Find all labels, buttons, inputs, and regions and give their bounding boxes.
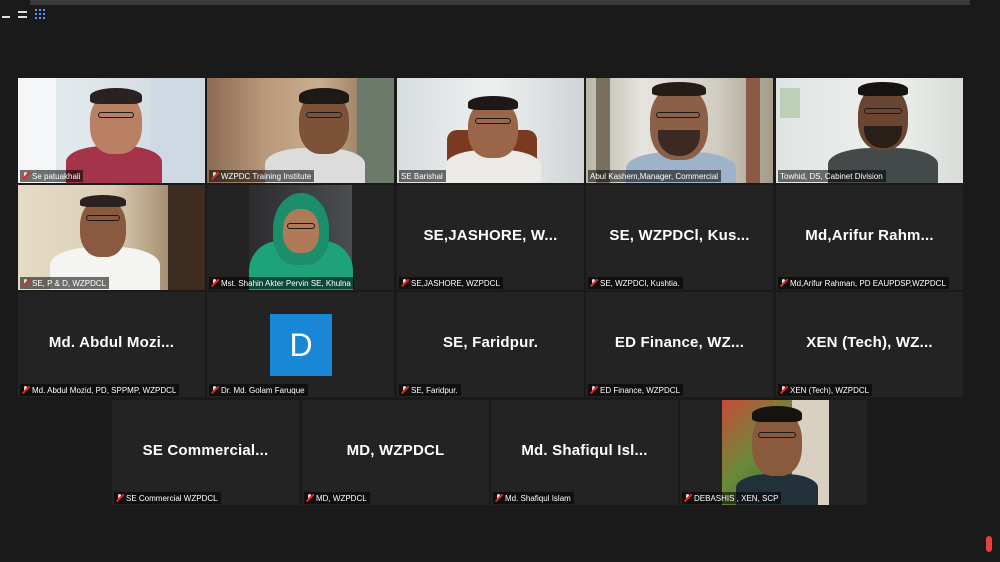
participant-display-name: MD, WZPDCL bbox=[346, 442, 445, 459]
participant-name: SE,JASHORE, WZPDCL bbox=[411, 278, 500, 288]
participant-name-tag: SE,JASHORE, WZPDCL bbox=[399, 277, 503, 289]
muted-mic-icon bbox=[401, 386, 408, 394]
participant-name: SE Commercial WZPDCL bbox=[126, 493, 218, 503]
participant-tile[interactable]: Md. Abdul Mozi... Md. Abdul Mozid, PD, S… bbox=[18, 292, 205, 397]
participant-name: SE, Faridpur. bbox=[411, 385, 458, 395]
muted-mic-icon bbox=[211, 386, 218, 394]
participant-display-name: XEN (Tech), WZ... bbox=[806, 334, 933, 351]
participant-tile[interactable]: Md,Arifur Rahm... Md,Arifur Rahman, PD E… bbox=[776, 185, 963, 290]
participant-name-tag: SE, P & D, WZPDCL bbox=[20, 277, 110, 289]
participant-tile[interactable]: Md. Shafiqul Isl... Md. Shafiqul Islam bbox=[491, 400, 678, 505]
participant-display-name: Md,Arifur Rahm... bbox=[805, 227, 934, 244]
participant-video bbox=[207, 78, 394, 183]
muted-mic-icon bbox=[590, 386, 597, 394]
participant-video bbox=[776, 78, 963, 183]
participant-name: SE, WZPDCl, Kushtia. bbox=[600, 278, 680, 288]
participant-name-tag: SE Commercial WZPDCL bbox=[114, 492, 221, 504]
participant-tile[interactable]: Towhid, DS, Cabinet Division bbox=[776, 78, 963, 183]
participant-video bbox=[586, 78, 773, 183]
participant-name: DEBASHIS , XEN, SCP bbox=[694, 493, 779, 503]
participant-avatar: D bbox=[270, 314, 332, 376]
participant-tile[interactable]: SE, P & D, WZPDCL bbox=[18, 185, 205, 290]
participant-tile[interactable]: MD, WZPDCL MD, WZPDCL bbox=[302, 400, 489, 505]
participant-tile[interactable]: SE, Faridpur. SE, Faridpur. bbox=[397, 292, 584, 397]
participant-video bbox=[18, 78, 205, 183]
participant-name-tag: Mst. Shahin Akter Pervin SE, Khulna bbox=[209, 277, 354, 289]
participant-display-name: SE Commercial... bbox=[142, 442, 269, 459]
muted-mic-icon bbox=[780, 386, 787, 394]
participant-video bbox=[397, 78, 584, 183]
participant-tile[interactable]: D Dr. Md. Golam Faruque bbox=[207, 292, 394, 397]
muted-mic-icon bbox=[22, 386, 29, 394]
participant-display-name: SE, Faridpur. bbox=[442, 334, 539, 351]
muted-mic-icon bbox=[211, 172, 218, 180]
muted-mic-icon bbox=[211, 279, 218, 287]
participant-name-tag: Dr. Md. Golam Faruque bbox=[209, 384, 308, 396]
participant-name: SE Barishal bbox=[401, 171, 443, 181]
muted-mic-icon bbox=[780, 279, 787, 287]
participant-display-name: ED Finance, WZ... bbox=[614, 334, 745, 351]
participant-name-tag: ED Finance, WZPDCL bbox=[588, 384, 684, 396]
participant-tile[interactable]: SE Barishal bbox=[397, 78, 584, 183]
participant-name: Md. Abdul Mozid, PD, SPPMP, WZPDCL bbox=[32, 385, 177, 395]
participant-name-tag: SE Barishal bbox=[399, 170, 446, 182]
participant-tile[interactable]: SE Commercial... SE Commercial WZPDCL bbox=[112, 400, 299, 505]
participant-name-tag: SE, WZPDCl, Kushtia. bbox=[588, 277, 683, 289]
participant-name: WZPDC Training Institute bbox=[221, 171, 312, 181]
participant-video bbox=[722, 400, 829, 505]
participant-name-tag: Towhid, DS, Cabinet Division bbox=[778, 170, 886, 182]
participant-name: SE, P & D, WZPDCL bbox=[32, 278, 107, 288]
participant-tile[interactable]: XEN (Tech), WZ... XEN (Tech), WZPDCL bbox=[776, 292, 963, 397]
participant-name: ED Finance, WZPDCL bbox=[600, 385, 681, 395]
participant-display-name: SE, WZPDCl, Kus... bbox=[609, 227, 750, 244]
participant-name-tag: Md. Abdul Mozid, PD, SPPMP, WZPDCL bbox=[20, 384, 180, 396]
participant-name-tag: WZPDC Training Institute bbox=[209, 170, 315, 182]
participant-video bbox=[18, 185, 205, 290]
speaker-view-icon[interactable] bbox=[18, 10, 27, 18]
participant-name-tag: MD, WZPDCL bbox=[304, 492, 370, 504]
participant-name: Mst. Shahin Akter Pervin SE, Khulna bbox=[221, 278, 351, 288]
muted-mic-icon bbox=[495, 494, 502, 502]
participant-video bbox=[249, 185, 353, 290]
muted-mic-icon bbox=[116, 494, 123, 502]
participant-tile[interactable]: WZPDC Training Institute bbox=[207, 78, 394, 183]
muted-mic-icon bbox=[22, 172, 29, 180]
participant-name: XEN (Tech), WZPDCL bbox=[790, 385, 870, 395]
participant-name: Se patuakhali bbox=[32, 171, 81, 181]
muted-mic-icon bbox=[22, 279, 29, 287]
participant-display-name: Md. Abdul Mozi... bbox=[48, 334, 175, 351]
muted-mic-icon bbox=[590, 279, 597, 287]
view-controls bbox=[2, 9, 45, 19]
participant-display-name: SE,JASHORE, W... bbox=[423, 227, 558, 244]
participant-name: Md. Shafiqul Islam bbox=[505, 493, 571, 503]
participant-display-name: Md. Shafiqul Isl... bbox=[521, 442, 648, 459]
participant-name: MD, WZPDCL bbox=[316, 493, 367, 503]
participant-name-tag: XEN (Tech), WZPDCL bbox=[778, 384, 873, 396]
participant-tile[interactable]: SE, WZPDCl, Kus... SE, WZPDCl, Kushtia. bbox=[586, 185, 773, 290]
gallery-view-icon[interactable] bbox=[35, 9, 45, 19]
participant-name: Md,Arifur Rahman, PD EAUPDSP,WZPDCL bbox=[790, 278, 946, 288]
participant-name-tag: Se patuakhali bbox=[20, 170, 84, 182]
participant-name: Abul Kashem,Manager, Commercial bbox=[590, 171, 719, 181]
muted-mic-icon bbox=[306, 494, 313, 502]
participant-tile-active-speaker[interactable]: Abul Kashem,Manager, Commercial bbox=[586, 78, 773, 183]
participant-name-tag: Md,Arifur Rahman, PD EAUPDSP,WZPDCL bbox=[778, 277, 949, 289]
participant-tile[interactable]: SE,JASHORE, W... SE,JASHORE, WZPDCL bbox=[397, 185, 584, 290]
participant-name: Dr. Md. Golam Faruque bbox=[221, 385, 305, 395]
recording-indicator-icon bbox=[986, 536, 992, 552]
participant-name-tag: Abul Kashem,Manager, Commercial bbox=[588, 170, 722, 182]
muted-mic-icon bbox=[684, 494, 691, 502]
participant-name-tag: Md. Shafiqul Islam bbox=[493, 492, 574, 504]
participant-name-tag: DEBASHIS , XEN, SCP bbox=[682, 492, 782, 504]
participant-tile[interactable]: Mst. Shahin Akter Pervin SE, Khulna bbox=[207, 185, 394, 290]
participant-name: Towhid, DS, Cabinet Division bbox=[780, 171, 883, 181]
shared-screen-strip bbox=[30, 0, 970, 5]
participant-tile[interactable]: DEBASHIS , XEN, SCP bbox=[680, 400, 867, 505]
participant-tile[interactable]: ED Finance, WZ... ED Finance, WZPDCL bbox=[586, 292, 773, 397]
muted-mic-icon bbox=[401, 279, 408, 287]
participant-tile[interactable]: Se patuakhali bbox=[18, 78, 205, 183]
minimize-icon[interactable] bbox=[2, 16, 10, 18]
participant-name-tag: SE, Faridpur. bbox=[399, 384, 461, 396]
